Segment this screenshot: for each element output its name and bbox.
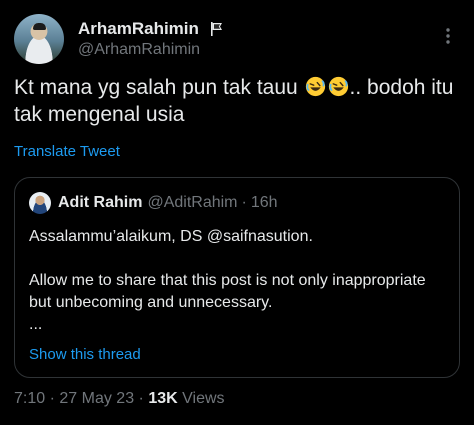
quoted-timestamp[interactable]: 16h	[251, 194, 278, 212]
quoted-line: ...	[29, 316, 43, 333]
quoted-tweet-card[interactable]: Adit Rahim @AditRahim · 16h Assalammu’alaik…	[14, 177, 460, 378]
tweet-time[interactable]: 7:10	[14, 390, 45, 407]
tweet-header: ArhamRahimin @ArhamRahimin	[14, 14, 460, 66]
author-avatar[interactable]	[14, 14, 64, 64]
author-name-block: ArhamRahimin @ArhamRahimin	[78, 18, 225, 61]
quoted-tweet-body: Assalammu’alaikum, DS @saifnasution. All…	[29, 226, 449, 336]
tweet-meta: 7:10 · 27 May 23 · 13K Views	[14, 390, 225, 408]
rolling-on-floor-laughing-icon	[328, 76, 348, 97]
quoted-separator: ·	[241, 194, 247, 211]
quoted-author-avatar[interactable]	[29, 192, 51, 214]
quoted-tweet-header: Adit Rahim @AditRahim · 16h	[29, 192, 278, 216]
rolling-on-floor-laughing-icon	[305, 76, 325, 97]
meta-separator: ·	[138, 390, 144, 407]
meta-separator: ·	[49, 390, 55, 407]
more-icon[interactable]	[438, 26, 458, 46]
translate-tweet-link[interactable]: Translate Tweet	[14, 143, 120, 160]
views-label: Views	[182, 390, 225, 407]
tweet-date[interactable]: 27 May 23	[59, 390, 134, 407]
quoted-author-display-name[interactable]: Adit Rahim	[58, 194, 142, 212]
flag-icon	[211, 21, 223, 36]
tweet-text: Kt mana yg salah pun tak tauu .. bodoh i…	[14, 74, 462, 128]
author-display-name[interactable]: ArhamRahimin	[78, 19, 199, 39]
quoted-line: Allow me to share that this post is not …	[29, 272, 426, 311]
tweet-text-part-1: Kt mana yg salah pun tak tauu	[14, 76, 304, 99]
quoted-author-handle[interactable]: @AditRahim	[147, 194, 237, 212]
quoted-line: Assalammu’alaikum, DS @saifnasution.	[29, 228, 313, 245]
author-handle[interactable]: @ArhamRahimin	[78, 39, 225, 61]
views-count: 13K	[148, 390, 178, 407]
show-thread-link[interactable]: Show this thread	[29, 346, 141, 363]
